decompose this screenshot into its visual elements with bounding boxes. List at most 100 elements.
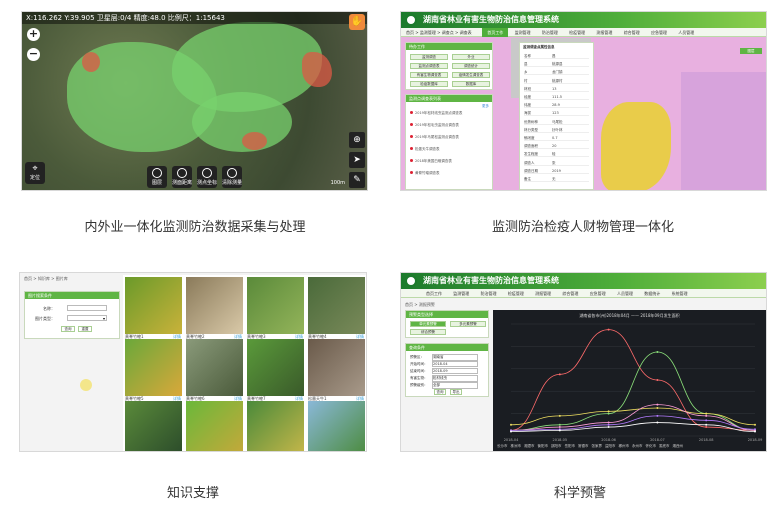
- pest-photo[interactable]: [308, 277, 365, 334]
- work-btn-6[interactable]: 疫情发生调查表: [452, 72, 490, 78]
- form-field[interactable]: 湖南省: [432, 354, 478, 361]
- export-button[interactable]: 导出: [450, 389, 462, 395]
- data-point[interactable]: [656, 421, 659, 424]
- nav-system[interactable]: 系统管理: [667, 289, 693, 298]
- reset-button[interactable]: 重置: [78, 326, 92, 332]
- data-point[interactable]: [656, 403, 659, 406]
- pan-hand-icon[interactable]: ✋: [349, 14, 365, 30]
- legend-item[interactable]: 衡阳市: [538, 444, 549, 448]
- work-btn-8[interactable]: 数据库: [452, 81, 490, 87]
- legend-item[interactable]: 常德市: [578, 444, 589, 448]
- data-point[interactable]: [705, 412, 708, 415]
- measure-point-button[interactable]: 测点坐标: [197, 166, 217, 188]
- data-point[interactable]: [607, 421, 610, 424]
- pest-photo[interactable]: [186, 401, 243, 451]
- work-btn-3[interactable]: 监测点调查表: [410, 63, 448, 69]
- data-point[interactable]: [754, 428, 756, 431]
- list-item[interactable]: 2018年美国白蛾调查表: [410, 159, 488, 164]
- nav-quarantine[interactable]: 检疫管理: [503, 289, 529, 298]
- pest-photo[interactable]: [247, 401, 304, 451]
- data-point[interactable]: [705, 419, 708, 422]
- single-warning-button[interactable]: 单元素预警: [410, 321, 446, 327]
- work-btn-4[interactable]: 调查统计: [452, 63, 490, 69]
- nav-forecast[interactable]: 测报管理: [591, 28, 617, 37]
- list-item[interactable]: 松墨天牛调查表: [410, 147, 488, 152]
- data-point[interactable]: [607, 412, 610, 415]
- nav-general[interactable]: 综合管理: [557, 289, 583, 298]
- work-btn-2[interactable]: 外业: [452, 54, 490, 60]
- data-point[interactable]: [754, 430, 756, 433]
- legend-item[interactable]: 娄底市: [659, 444, 670, 448]
- name-input[interactable]: [67, 305, 107, 311]
- nav-emergency[interactable]: 应急管理: [585, 289, 611, 298]
- data-point[interactable]: [656, 407, 659, 409]
- pointer-icon[interactable]: ➤: [349, 152, 365, 168]
- nav-quarantine[interactable]: 检疫管理: [564, 28, 590, 37]
- data-point[interactable]: [558, 426, 561, 429]
- nav-home[interactable]: 首页工作: [421, 289, 447, 298]
- data-point[interactable]: [558, 373, 561, 376]
- pest-photo[interactable]: [247, 339, 304, 396]
- data-point[interactable]: [510, 430, 512, 433]
- measure-area-button[interactable]: 测面距离: [172, 166, 192, 188]
- pest-photo[interactable]: [247, 277, 304, 334]
- list-item[interactable]: 2019年马尾松监测点调查表: [410, 135, 488, 140]
- nav-emergency[interactable]: 应急管理: [646, 28, 672, 37]
- nav-forecast[interactable]: 测报管理: [530, 289, 556, 298]
- list-more-link[interactable]: 更多: [482, 104, 489, 109]
- nav-control[interactable]: 防治管理: [537, 28, 563, 37]
- list-item[interactable]: 2019年松毛虫监测点调查表: [410, 123, 488, 128]
- legend-item[interactable]: 湘潭市: [524, 444, 535, 448]
- multi-warning-button[interactable]: 多元素预警: [450, 321, 486, 327]
- legend-item[interactable]: 郴州市: [619, 444, 630, 448]
- data-point[interactable]: [754, 423, 756, 426]
- legend-item[interactable]: 邵阳市: [551, 444, 562, 448]
- work-btn-5[interactable]: 有害生物调查表: [410, 72, 448, 78]
- nav-monitor[interactable]: 监测管理: [448, 289, 474, 298]
- data-point[interactable]: [656, 414, 659, 417]
- pest-photo[interactable]: [186, 277, 243, 334]
- legend-item[interactable]: 湘西州: [673, 444, 684, 448]
- nav-general[interactable]: 综合管理: [619, 28, 645, 37]
- form-field[interactable]: 松材线虫: [432, 375, 478, 382]
- pest-photo[interactable]: [308, 339, 365, 396]
- layer-button[interactable]: 图层: [740, 48, 762, 54]
- layer-tool-button[interactable]: 图层: [147, 166, 167, 188]
- data-point[interactable]: [705, 414, 708, 417]
- data-point[interactable]: [558, 414, 561, 417]
- nav-people[interactable]: 人员管理: [612, 289, 638, 298]
- pest-photo[interactable]: [125, 277, 182, 334]
- data-point[interactable]: [558, 429, 561, 432]
- type-select[interactable]: ▾: [67, 315, 107, 321]
- legend-item[interactable]: 岳阳市: [565, 444, 576, 448]
- legend-item[interactable]: 怀化市: [646, 444, 657, 448]
- work-btn-7[interactable]: 检疫数据库: [410, 81, 448, 87]
- legend-item[interactable]: 株洲市: [511, 444, 522, 448]
- legend-item[interactable]: 长沙市: [497, 444, 508, 448]
- zoom-region-icon[interactable]: ⊕: [349, 132, 365, 148]
- legend-item[interactable]: 益阳市: [605, 444, 616, 448]
- legend-item[interactable]: 张家界: [592, 444, 603, 448]
- data-point[interactable]: [607, 328, 610, 331]
- combined-warning-button[interactable]: 综合预警: [410, 329, 446, 335]
- data-point[interactable]: [607, 423, 610, 426]
- form-field[interactable]: 2018-04: [432, 361, 478, 367]
- nav-stats[interactable]: 数据统计: [639, 289, 665, 298]
- nav-people[interactable]: 人员管理: [673, 28, 699, 37]
- nav-monitor[interactable]: 监测管理: [510, 28, 536, 37]
- zoom-out-button[interactable]: −: [27, 48, 40, 61]
- pest-photo[interactable]: [125, 339, 182, 396]
- clear-measure-button[interactable]: 清除测量: [222, 166, 242, 188]
- data-point[interactable]: [510, 423, 512, 426]
- pest-photo[interactable]: [308, 401, 365, 451]
- data-point[interactable]: [656, 379, 659, 381]
- legend-item[interactable]: 永州市: [632, 444, 643, 448]
- data-point[interactable]: [656, 351, 659, 353]
- nav-control[interactable]: 防治管理: [476, 289, 502, 298]
- data-point[interactable]: [705, 423, 708, 426]
- query-button[interactable]: 查询: [61, 326, 75, 332]
- pest-photo[interactable]: [125, 401, 182, 451]
- query-button[interactable]: 查询: [434, 389, 446, 395]
- data-point[interactable]: [705, 426, 708, 429]
- data-point[interactable]: [607, 410, 610, 413]
